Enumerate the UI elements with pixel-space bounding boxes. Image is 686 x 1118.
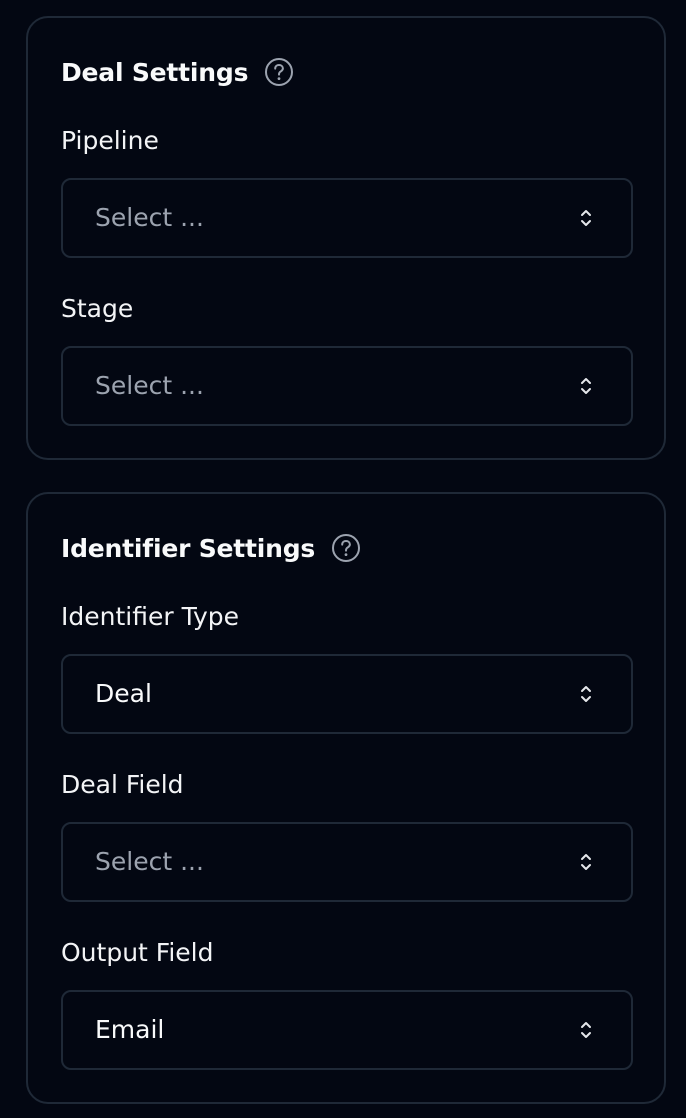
deal-settings-header: Deal Settings <box>61 55 294 89</box>
identifier-type-select-value: Deal <box>95 679 152 708</box>
deal-field-label: Deal Field <box>61 770 184 799</box>
chevron-up-down-icon <box>581 1022 591 1038</box>
deal-field-select[interactable]: Select ... <box>61 822 633 902</box>
pipeline-select-placeholder: Select ... <box>95 203 204 232</box>
identifier-type-select[interactable]: Deal <box>61 654 633 734</box>
pipeline-label: Pipeline <box>61 126 159 155</box>
identifier-settings-title: Identifier Settings <box>61 533 316 563</box>
chevron-up-down-icon <box>581 210 591 226</box>
chevron-up-down-icon <box>581 378 591 394</box>
identifier-settings-header: Identifier Settings <box>61 531 361 565</box>
question-circle-icon[interactable] <box>331 533 361 563</box>
output-field-select-value: Email <box>95 1015 165 1044</box>
stage-select[interactable]: Select ... <box>61 346 633 426</box>
stage-label: Stage <box>61 294 134 323</box>
deal-settings-title: Deal Settings <box>61 57 249 87</box>
stage-select-placeholder: Select ... <box>95 371 204 400</box>
chevron-up-down-icon <box>581 686 591 702</box>
output-field-select[interactable]: Email <box>61 990 633 1070</box>
output-field-label: Output Field <box>61 938 214 967</box>
deal-settings-card: Deal Settings Pipeline Select ... Stage … <box>26 16 666 460</box>
chevron-up-down-icon <box>581 854 591 870</box>
pipeline-select[interactable]: Select ... <box>61 178 633 258</box>
deal-field-select-placeholder: Select ... <box>95 847 204 876</box>
identifier-settings-card: Identifier Settings Identifier Type Deal… <box>26 492 666 1104</box>
question-circle-icon[interactable] <box>264 57 294 87</box>
identifier-type-label: Identifier Type <box>61 602 239 631</box>
